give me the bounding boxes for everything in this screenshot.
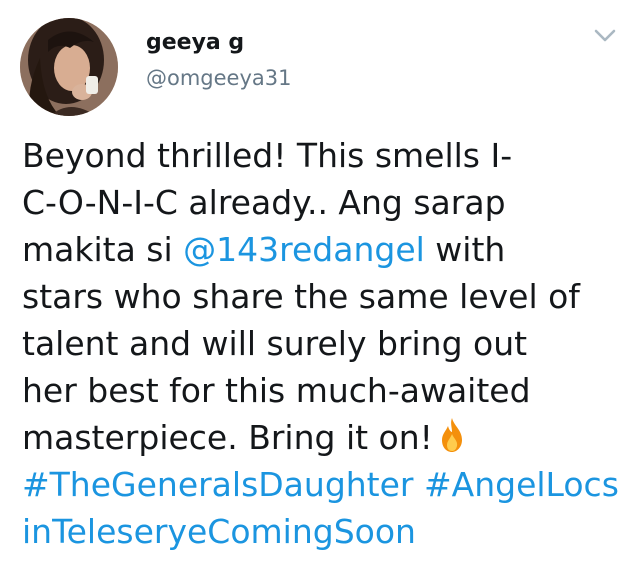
display-name[interactable]: geeya g xyxy=(146,30,244,55)
tweet-line: inTeleseryeComingSoon xyxy=(22,508,628,555)
tweet-line: her best for this much-awaited xyxy=(22,371,531,410)
hashtag-link[interactable]: inTeleseryeComingSoon xyxy=(22,512,416,551)
tweet-line: makita si @143redangel with xyxy=(22,226,628,273)
tweet-card: geeya g @omgeeya31 Beyond thrilled! This… xyxy=(0,0,640,587)
tweet-line: masterpiece. Bring it on! xyxy=(22,414,628,461)
user-handle[interactable]: @omgeeya31 xyxy=(146,66,292,90)
tweet-line: #TheGeneralsDaughter #AngelLocs xyxy=(22,461,628,508)
tweet-line: talent and will surely bring out xyxy=(22,324,528,363)
tweet-text: Beyond thrilled! This smells I- C-O-N-I-… xyxy=(22,132,628,555)
tweet-line-text: masterpiece. Bring it on! xyxy=(22,418,433,457)
tweet-line: C-O-N-I-C already.. Ang sarap xyxy=(22,183,506,222)
hashtag-link[interactable]: #AngelLocs xyxy=(424,465,619,504)
chevron-down-icon[interactable] xyxy=(594,28,616,42)
tweet-line: stars who share the same level of xyxy=(22,277,580,316)
mention-link[interactable]: @143redangel xyxy=(183,230,425,269)
tweet-line: Beyond thrilled! This smells I- xyxy=(22,136,513,175)
profile-photo-icon xyxy=(20,18,118,116)
hashtag-link[interactable]: #TheGeneralsDaughter xyxy=(22,465,414,504)
fire-icon xyxy=(439,417,465,453)
tweet-line-text: with xyxy=(424,230,506,269)
avatar[interactable] xyxy=(20,18,118,116)
tweet-line-text: makita si xyxy=(22,230,184,269)
